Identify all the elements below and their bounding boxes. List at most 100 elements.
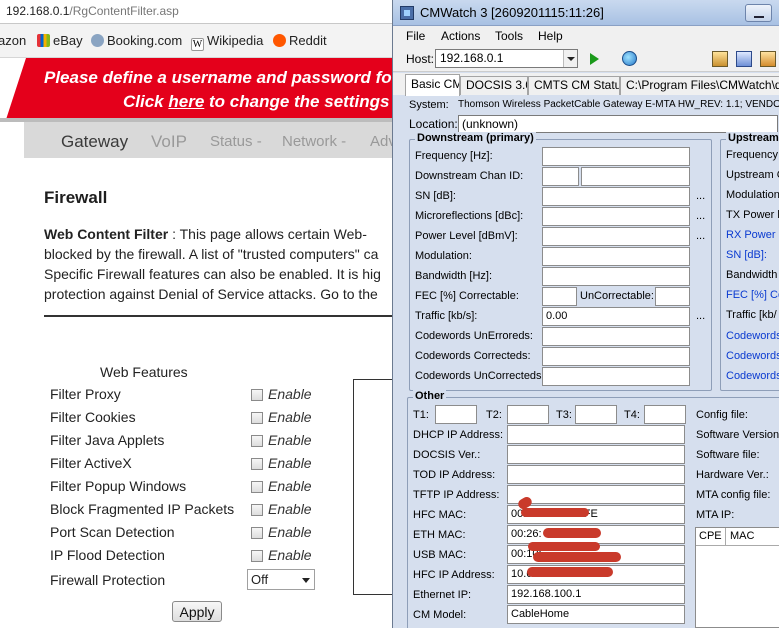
cmwatch-titlebar[interactable]: CMWatch 3 [2609201115:11:26] <box>393 0 779 26</box>
bookmark-amazon[interactable]: azon <box>0 33 26 48</box>
block-fragmented-checkbox[interactable] <box>251 504 263 516</box>
hfc-mac-label: HFC MAC: <box>413 509 467 521</box>
mta-config-label: MTA config file: <box>696 489 771 501</box>
bookmark-wikipedia[interactable]: W Wikipedia <box>191 33 263 51</box>
upstream-label: TX Power le <box>726 209 779 221</box>
nav-network[interactable]: Network - <box>282 133 346 150</box>
redaction-mark <box>533 552 621 562</box>
location-field[interactable]: (unknown) <box>458 115 778 133</box>
filter-java-checkbox[interactable] <box>251 435 263 447</box>
cw-uncorrected-field[interactable] <box>542 367 690 386</box>
nav-status[interactable]: Status - <box>210 133 262 150</box>
cw-unerrored-field[interactable] <box>542 327 690 346</box>
bandwidth-field[interactable] <box>542 267 690 286</box>
tab-config-path[interactable]: C:\Program Files\CMWatch\defa <box>620 76 779 95</box>
filter-proxy-checkbox[interactable] <box>251 389 263 401</box>
enable-label: Enable <box>268 455 312 471</box>
toolbar-gear-icon[interactable] <box>736 51 752 67</box>
bookmark-booking[interactable]: Booking.com <box>91 33 182 48</box>
cw-corrected-field[interactable] <box>542 347 690 366</box>
menu-help[interactable]: Help <box>538 29 563 43</box>
filter-activex-checkbox[interactable] <box>251 458 263 470</box>
enable-label: Enable <box>268 409 312 425</box>
filter-popup-checkbox[interactable] <box>251 481 263 493</box>
sn-dots[interactable]: ... <box>696 190 705 202</box>
wcf-line: : This page allows certain Web- <box>168 226 367 242</box>
tab-docsis[interactable]: DOCSIS 3.0 <box>460 76 528 95</box>
usb-mac-label: USB MAC: <box>413 549 467 561</box>
upstream-label: Traffic [kb/ <box>726 309 777 321</box>
wcf-line: Specific Firewall features can also be e… <box>44 266 381 282</box>
bookmark-reddit[interactable]: Reddit <box>273 33 327 48</box>
tab-cmts-status[interactable]: CMTS CM Status <box>528 76 620 95</box>
address-bar[interactable]: 192.168.0.1/RgContentFilter.asp <box>0 0 400 24</box>
bookmark-ebay[interactable]: eBay <box>37 33 83 48</box>
upstream-link[interactable]: RX Power l <box>726 229 779 241</box>
frequency-field[interactable] <box>542 147 690 166</box>
upstream-link[interactable]: Codewords <box>726 370 779 382</box>
banner-line-1: Please define a username and password fo… <box>44 68 399 87</box>
ip-flood-checkbox[interactable] <box>251 550 263 562</box>
microreflections-label: Microreflections [dBc]: <box>415 210 524 222</box>
host-combobox[interactable]: 192.168.0.1 <box>435 49 578 68</box>
chan-id-label: Downstream Chan ID: <box>415 170 524 182</box>
apply-button[interactable]: Apply <box>172 601 222 622</box>
filter-cookies-checkbox[interactable] <box>251 412 263 424</box>
cm-model-label: CM Model: <box>413 609 467 621</box>
toolbar: Host: 192.168.0.1 <box>393 46 779 72</box>
traffic-field[interactable]: 0.00 <box>542 307 690 326</box>
upstream-link[interactable]: Codewords <box>726 330 779 342</box>
chan-id-extra-field[interactable] <box>581 167 690 186</box>
t1-field[interactable] <box>435 405 477 424</box>
bookmark-label: Reddit <box>289 33 327 48</box>
upstream-link[interactable]: Codewords <box>726 350 779 362</box>
upstream-label: Upstream C <box>726 169 779 181</box>
firewall-protection-select[interactable]: Off <box>247 569 315 590</box>
traffic-dots[interactable]: ... <box>696 310 705 322</box>
microreflections-dots[interactable]: ... <box>696 210 705 222</box>
window-title: CMWatch 3 [2609201115:11:26] <box>420 5 604 20</box>
tod-field[interactable] <box>507 465 685 484</box>
upstream-link[interactable]: SN [dB]: <box>726 249 767 261</box>
docsis-ver-field[interactable] <box>507 445 685 464</box>
tab-basic-cm[interactable]: Basic CM <box>405 74 460 96</box>
mac-column-header[interactable]: MAC <box>726 528 779 546</box>
power-field[interactable] <box>542 227 690 246</box>
play-icon[interactable] <box>590 53 599 65</box>
dhcp-field[interactable] <box>507 425 685 444</box>
chevron-down-icon[interactable] <box>563 50 577 67</box>
menu-file[interactable]: File <box>406 29 425 43</box>
nav-gateway[interactable]: Gateway <box>61 132 128 152</box>
t2-field[interactable] <box>507 405 549 424</box>
t3-field[interactable] <box>575 405 617 424</box>
menu-actions[interactable]: Actions <box>441 29 480 43</box>
globe-icon[interactable] <box>622 51 637 66</box>
cpe-table[interactable]: CPE MAC <box>695 527 779 628</box>
page-title: Firewall <box>44 188 108 207</box>
upstream-link[interactable]: FEC [%] Co <box>726 289 779 301</box>
chan-id-field[interactable] <box>542 167 579 186</box>
fec-correctable-field[interactable] <box>542 287 577 306</box>
uncorrectable-field[interactable] <box>655 287 690 306</box>
toolbar-folder-icon[interactable] <box>760 51 776 67</box>
t4-field[interactable] <box>644 405 686 424</box>
banner-suffix: to change the settings <box>204 92 390 111</box>
microreflections-field[interactable] <box>542 207 690 226</box>
menu-tools[interactable]: Tools <box>495 29 523 43</box>
minimize-button[interactable] <box>745 4 772 22</box>
bookmarks-bar: azon eBay Booking.com W Wikipedia Reddit <box>0 24 400 58</box>
modulation-field[interactable] <box>542 247 690 266</box>
nav-voip[interactable]: VoIP <box>151 132 187 152</box>
ethernet-ip-field[interactable]: 192.168.100.1 <box>507 585 685 604</box>
toolbar-tool-icon[interactable] <box>712 51 728 67</box>
cpe-column-header[interactable]: CPE <box>696 528 726 546</box>
tftp-field[interactable] <box>507 485 685 504</box>
cm-model-field[interactable]: CableHome <box>507 605 685 624</box>
power-dots[interactable]: ... <box>696 230 705 242</box>
port-scan-checkbox[interactable] <box>251 527 263 539</box>
sn-field[interactable] <box>542 187 690 206</box>
router-nav: Gateway VoIP Status - Network - Adv <box>0 118 400 162</box>
mta-ip-label: MTA IP: <box>696 509 735 521</box>
fec-correctable-label: FEC [%] Correctable: <box>415 290 519 302</box>
banner-here-link[interactable]: here <box>168 92 204 111</box>
